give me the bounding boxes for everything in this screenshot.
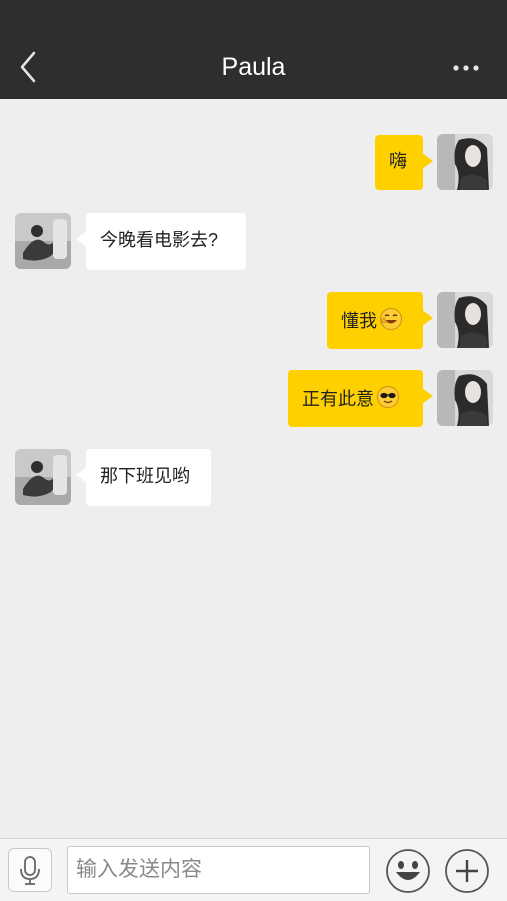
chat-title: Paula bbox=[221, 53, 286, 81]
my-avatar[interactable] bbox=[437, 292, 493, 348]
message-bubble-sent[interactable]: 懂我 bbox=[327, 292, 433, 349]
message-bubble-received[interactable]: 今晚看电影去? bbox=[76, 213, 246, 270]
contact-avatar[interactable] bbox=[15, 449, 71, 505]
contact-avatar[interactable] bbox=[15, 213, 71, 269]
message-text: 今晚看电影去? bbox=[100, 230, 219, 250]
sunglasses-emoji-icon bbox=[376, 385, 400, 415]
message-bubble-received[interactable]: 那下班见哟 bbox=[76, 449, 211, 506]
message-input[interactable] bbox=[67, 846, 370, 894]
message-text: 懂我 bbox=[341, 310, 377, 331]
emoji-button[interactable] bbox=[385, 848, 431, 894]
my-avatar[interactable] bbox=[437, 134, 493, 190]
smiley-icon bbox=[386, 849, 430, 893]
message-text: 正有此意 bbox=[302, 388, 374, 409]
message-bubble-sent[interactable]: 正有此意 bbox=[288, 370, 433, 427]
avatar-photo bbox=[437, 292, 493, 348]
message-bubble-sent[interactable]: 嗨 bbox=[375, 135, 433, 190]
more-dots-icon bbox=[453, 65, 479, 71]
message-text: 嗨 bbox=[389, 151, 407, 171]
voice-input-button[interactable] bbox=[8, 848, 52, 892]
my-avatar[interactable] bbox=[437, 370, 493, 426]
grin-emoji-icon bbox=[379, 307, 403, 337]
message-text: 那下班见哟 bbox=[100, 466, 190, 486]
more-options-button[interactable] bbox=[449, 58, 485, 78]
avatar-photo bbox=[15, 449, 71, 505]
more-actions-button[interactable] bbox=[444, 848, 490, 894]
microphone-icon bbox=[20, 856, 40, 885]
top-bar: Paula bbox=[0, 0, 507, 99]
plus-icon bbox=[445, 849, 489, 893]
input-bar bbox=[0, 838, 507, 901]
message-list[interactable]: 嗨 今晚看电影去? 懂我 正有此意 那下班见哟 bbox=[0, 99, 507, 838]
avatar-photo bbox=[437, 134, 493, 190]
avatar-photo bbox=[437, 370, 493, 426]
avatar-photo bbox=[15, 213, 71, 269]
